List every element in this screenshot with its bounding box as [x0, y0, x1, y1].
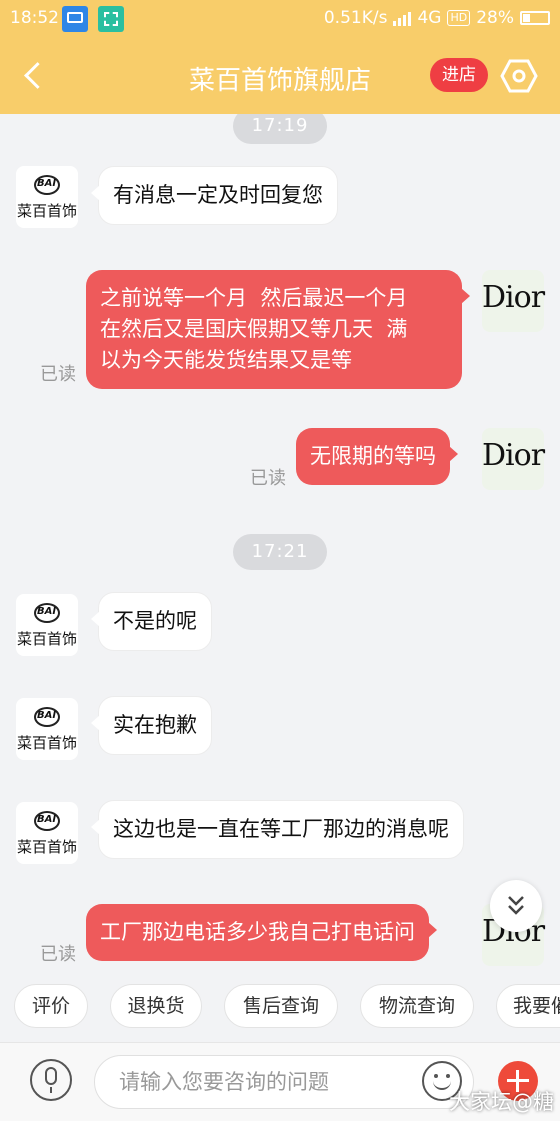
status-bar: 18:52 0.51K/s 4G HD 28% [0, 0, 560, 38]
network-type: 4G [417, 8, 442, 28]
nav-bar: 菜百首饰旗舰店 进店 [0, 38, 560, 114]
brand-logo-icon: BAI [34, 175, 60, 195]
outgoing-message[interactable]: 之前说等一个月 然后最迟一个月 在然后又是国庆假期又等几天 满 以为今天能发货结… [86, 270, 470, 389]
battery-percent: 28% [476, 8, 514, 28]
incoming-message[interactable]: 这边也是一直在等工厂那边的消息呢 [91, 800, 464, 859]
settings-hexagon-icon[interactable] [500, 58, 538, 94]
network-speed: 0.51K/s [323, 8, 388, 28]
user-avatar[interactable]: Dior [482, 428, 545, 490]
quick-reply-review[interactable]: 评价 [14, 984, 88, 1028]
message-line: 以为今天能发货结果又是等 [100, 348, 352, 372]
shop-avatar[interactable]: BAI 菜百首饰 [16, 594, 78, 656]
scroll-to-bottom-button[interactable] [490, 880, 542, 932]
incoming-message[interactable]: 实在抱歉 [91, 696, 212, 755]
read-receipt: 已读 [250, 468, 286, 489]
shop-avatar[interactable]: BAI 菜百首饰 [16, 698, 78, 760]
shop-avatar-name: 菜百首饰 [16, 734, 77, 752]
hd-badge: HD [447, 10, 471, 26]
outgoing-message[interactable]: 无限期的等吗 [296, 428, 458, 485]
user-avatar-text: Dior [482, 438, 545, 473]
microphone-icon[interactable] [30, 1059, 72, 1101]
read-receipt: 已读 [40, 364, 76, 385]
signal-icon [393, 10, 412, 26]
shop-avatar[interactable]: BAI 菜百首饰 [16, 802, 78, 864]
read-receipt: 已读 [40, 944, 76, 965]
enter-shop-button[interactable]: 进店 [430, 58, 488, 92]
message-line: 在然后又是国庆假期又等几天 满 [100, 317, 408, 341]
timestamp: 17:19 [233, 114, 327, 144]
shop-avatar[interactable]: BAI 菜百首饰 [16, 166, 78, 228]
outgoing-message[interactable]: 工厂那边电话多少我自己打电话问 [86, 904, 437, 961]
shop-avatar-name: 菜百首饰 [16, 630, 77, 648]
battery-icon [520, 11, 550, 25]
message-input[interactable]: 请输入您要咨询的问题 [94, 1055, 474, 1109]
double-chevron-down-icon [508, 896, 524, 915]
incoming-message[interactable]: 不是的呢 [91, 592, 212, 651]
message-notification-icon [62, 6, 88, 32]
status-time: 18:52 [10, 8, 59, 28]
brand-logo-icon: BAI [34, 811, 60, 831]
shop-avatar-name: 菜百首饰 [16, 838, 77, 856]
quick-reply-urge[interactable]: 我要催 [496, 984, 560, 1028]
chat-area[interactable]: 17:19 BAI 菜百首饰 有消息一定及时回复您 Dior 之前说等一个月 然… [0, 114, 560, 970]
screenshot-notification-icon [98, 6, 124, 32]
message-line: 之前说等一个月 然后最迟一个月 [100, 286, 408, 310]
watermark: 大家坛@糖 [449, 1090, 554, 1114]
quick-reply-bar[interactable]: 评价 退换货 售后查询 物流查询 我要催 [0, 970, 560, 1042]
quick-reply-return[interactable]: 退换货 [110, 984, 202, 1028]
quick-reply-aftersales[interactable]: 售后查询 [224, 984, 338, 1028]
brand-logo-icon: BAI [34, 707, 60, 727]
timestamp: 17:21 [233, 534, 327, 570]
user-avatar[interactable]: Dior [482, 270, 545, 332]
quick-reply-logistics[interactable]: 物流查询 [360, 984, 474, 1028]
user-avatar-text: Dior [482, 280, 545, 315]
shop-avatar-name: 菜百首饰 [16, 202, 77, 220]
incoming-message[interactable]: 有消息一定及时回复您 [91, 166, 338, 225]
brand-logo-icon: BAI [34, 603, 60, 623]
